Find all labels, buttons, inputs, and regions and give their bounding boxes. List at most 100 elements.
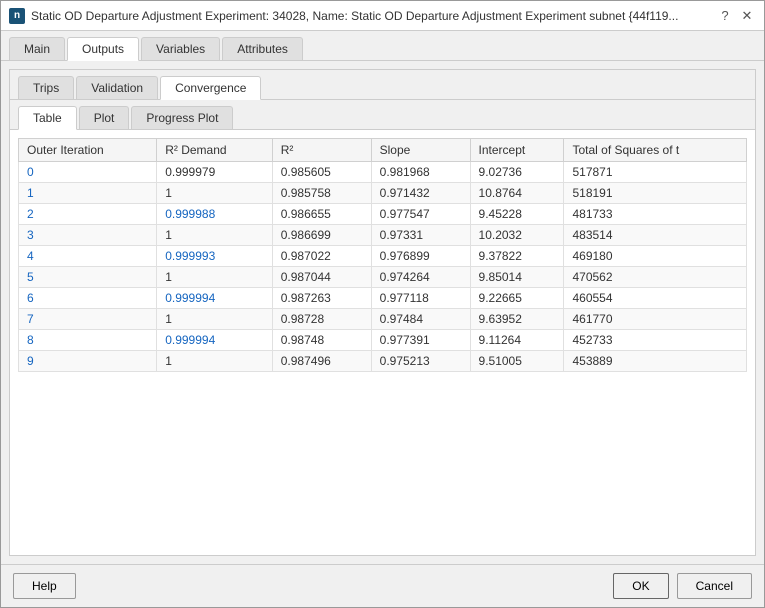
table-row: 110.9857580.97143210.8764518191 (19, 183, 747, 204)
cell-r2demand: 1 (157, 351, 273, 372)
data-table: Outer Iteration R² Demand R² Slope Inter… (18, 138, 747, 372)
table-row: 20.9999880.9866550.9775479.45228481733 (19, 204, 747, 225)
tab-table[interactable]: Table (18, 106, 77, 130)
cell-r2demand: 1 (157, 267, 273, 288)
title-bar-left: n Static OD Departure Adjustment Experim… (9, 8, 678, 24)
footer: Help OK Cancel (1, 564, 764, 607)
cell-iter: 9 (19, 351, 157, 372)
cell-intercept: 9.45228 (470, 204, 564, 225)
title-bar-controls: ? ✕ (716, 7, 756, 25)
cell-intercept: 10.2032 (470, 225, 564, 246)
cell-slope: 0.981968 (371, 162, 470, 183)
cell-r2demand: 1 (157, 309, 273, 330)
cell-iter: 3 (19, 225, 157, 246)
cell-total: 481733 (564, 204, 747, 225)
cell-total: 483514 (564, 225, 747, 246)
table-row: 40.9999930.9870220.9768999.37822469180 (19, 246, 747, 267)
table-container: Outer Iteration R² Demand R² Slope Inter… (10, 130, 755, 555)
tab-main[interactable]: Main (9, 37, 65, 60)
cell-slope: 0.971432 (371, 183, 470, 204)
cancel-button[interactable]: Cancel (677, 573, 752, 599)
cell-r2demand: 0.999994 (157, 288, 273, 309)
help-footer-button[interactable]: Help (13, 573, 76, 599)
table-row: 910.9874960.9752139.51005453889 (19, 351, 747, 372)
cell-iter: 0 (19, 162, 157, 183)
cell-iter: 2 (19, 204, 157, 225)
cell-r2demand: 1 (157, 183, 273, 204)
tab-variables[interactable]: Variables (141, 37, 220, 60)
cell-total: 460554 (564, 288, 747, 309)
cell-slope: 0.977547 (371, 204, 470, 225)
cell-slope: 0.977118 (371, 288, 470, 309)
cell-r2: 0.985758 (272, 183, 371, 204)
cell-iter: 4 (19, 246, 157, 267)
cell-slope: 0.97484 (371, 309, 470, 330)
table-row: 710.987280.974849.63952461770 (19, 309, 747, 330)
cell-r2demand: 1 (157, 225, 273, 246)
cell-total: 453889 (564, 351, 747, 372)
cell-r2: 0.985605 (272, 162, 371, 183)
col-header-r2: R² (272, 139, 371, 162)
cell-r2demand: 0.999979 (157, 162, 273, 183)
table-row: 00.9999790.9856050.9819689.02736517871 (19, 162, 747, 183)
cell-r2: 0.987044 (272, 267, 371, 288)
cell-total: 452733 (564, 330, 747, 351)
table-row: 80.9999940.987480.9773919.11264452733 (19, 330, 747, 351)
cell-r2: 0.986655 (272, 204, 371, 225)
cell-slope: 0.975213 (371, 351, 470, 372)
col-header-total: Total of Squares of t (564, 139, 747, 162)
cell-r2: 0.98748 (272, 330, 371, 351)
tab-plot[interactable]: Plot (79, 106, 130, 129)
help-button[interactable]: ? (716, 7, 734, 25)
content-area: Trips Validation Convergence Table Plot … (1, 61, 764, 564)
cell-slope: 0.97331 (371, 225, 470, 246)
tab-progress-plot[interactable]: Progress Plot (131, 106, 233, 129)
cell-r2demand: 0.999988 (157, 204, 273, 225)
cell-intercept: 9.37822 (470, 246, 564, 267)
cell-total: 470562 (564, 267, 747, 288)
tab-attributes[interactable]: Attributes (222, 37, 303, 60)
window-title: Static OD Departure Adjustment Experimen… (31, 9, 678, 23)
table-row: 510.9870440.9742649.85014470562 (19, 267, 747, 288)
cell-iter: 8 (19, 330, 157, 351)
sub-tab-bar: Trips Validation Convergence (10, 70, 755, 100)
cell-slope: 0.976899 (371, 246, 470, 267)
cell-r2demand: 0.999994 (157, 330, 273, 351)
tab-trips[interactable]: Trips (18, 76, 74, 99)
inner-tab-bar: Table Plot Progress Plot (10, 100, 755, 130)
cell-total: 469180 (564, 246, 747, 267)
close-button[interactable]: ✕ (738, 7, 756, 25)
cell-iter: 7 (19, 309, 157, 330)
app-icon: n (9, 8, 25, 24)
cell-intercept: 9.22665 (470, 288, 564, 309)
cell-r2: 0.987496 (272, 351, 371, 372)
tab-validation[interactable]: Validation (76, 76, 158, 99)
col-header-r2-demand: R² Demand (157, 139, 273, 162)
cell-intercept: 10.8764 (470, 183, 564, 204)
cell-total: 461770 (564, 309, 747, 330)
convergence-panel: Table Plot Progress Plot Outer Iteration… (10, 100, 755, 555)
cell-r2: 0.987022 (272, 246, 371, 267)
table-row: 310.9866990.9733110.2032483514 (19, 225, 747, 246)
tab-outputs[interactable]: Outputs (67, 37, 139, 61)
cell-intercept: 9.51005 (470, 351, 564, 372)
cell-total: 517871 (564, 162, 747, 183)
col-header-slope: Slope (371, 139, 470, 162)
cell-slope: 0.974264 (371, 267, 470, 288)
tab-convergence[interactable]: Convergence (160, 76, 261, 100)
footer-right: OK Cancel (613, 573, 752, 599)
cell-intercept: 9.02736 (470, 162, 564, 183)
col-header-outer-iteration: Outer Iteration (19, 139, 157, 162)
col-header-intercept: Intercept (470, 139, 564, 162)
ok-button[interactable]: OK (613, 573, 668, 599)
main-tab-bar: Main Outputs Variables Attributes (1, 31, 764, 61)
cell-intercept: 9.85014 (470, 267, 564, 288)
cell-total: 518191 (564, 183, 747, 204)
cell-r2demand: 0.999993 (157, 246, 273, 267)
cell-r2: 0.98728 (272, 309, 371, 330)
title-bar: n Static OD Departure Adjustment Experim… (1, 1, 764, 31)
cell-iter: 5 (19, 267, 157, 288)
cell-r2: 0.987263 (272, 288, 371, 309)
cell-r2: 0.986699 (272, 225, 371, 246)
cell-slope: 0.977391 (371, 330, 470, 351)
